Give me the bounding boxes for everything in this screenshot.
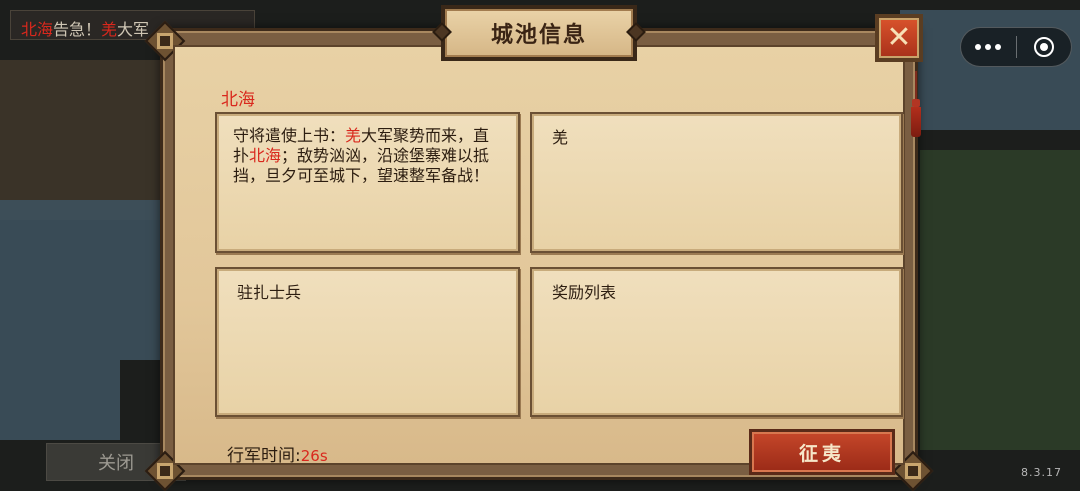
garrison-panel: 驻扎士兵 — [215, 267, 520, 417]
city-info-dialog: 北海 守将遣使上书：羌大军聚势而来，直扑北海；敌势汹汹，沿途堡寨难以抵挡，旦夕可… — [144, 5, 934, 491]
march-time-value: 26s — [300, 447, 328, 465]
garrison-label: 驻扎士兵 — [237, 283, 302, 302]
report-text: 守将遣使上书：羌大军聚势而来，直扑北海；敌势汹汹，沿途堡寨难以抵挡，旦夕可至城下… — [233, 126, 504, 186]
expedition-button[interactable]: 征夷 — [749, 429, 895, 475]
close-icon[interactable]: ✕ — [875, 14, 923, 62]
report-panel: 守将遣使上书：羌大军聚势而来，直扑北海；敌势汹汹，沿途堡寨难以抵挡，旦夕可至城下… — [215, 112, 520, 253]
report-city: 北海 — [249, 146, 282, 165]
map-grass — [920, 150, 1080, 450]
report-part: 守将遣使上书： — [233, 126, 346, 145]
city-name: 北海 — [221, 90, 255, 110]
enemy-panel: 羌 — [530, 112, 903, 253]
map-water — [0, 200, 180, 360]
exit-target-icon[interactable] — [1016, 28, 1071, 66]
alert-enemy: 羌 — [101, 20, 118, 39]
march-time-label: 行军时间: — [227, 446, 301, 466]
dialog-body: 北海 守将遣使上书：羌大军聚势而来，直扑北海；敌势汹汹，沿途堡寨难以抵挡，旦夕可… — [173, 45, 905, 475]
miniprogram-capsule — [960, 27, 1072, 67]
enemy-label: 羌 — [552, 128, 569, 147]
alert-city: 北海 — [21, 20, 54, 39]
more-icon[interactable] — [961, 28, 1016, 66]
map-water — [0, 360, 120, 440]
alert-text: 告急！ — [53, 20, 102, 39]
march-time: 行军时间:26s — [227, 441, 328, 466]
tassel-icon — [911, 71, 921, 137]
dialog-title: 城池信息 — [490, 23, 587, 48]
title-plate: 城池信息 — [432, 5, 646, 61]
rewards-label: 奖励列表 — [552, 283, 617, 302]
version-label: 8.3.17 — [1021, 466, 1062, 479]
report-enemy: 羌 — [345, 126, 362, 145]
rewards-panel: 奖励列表 — [530, 267, 903, 417]
